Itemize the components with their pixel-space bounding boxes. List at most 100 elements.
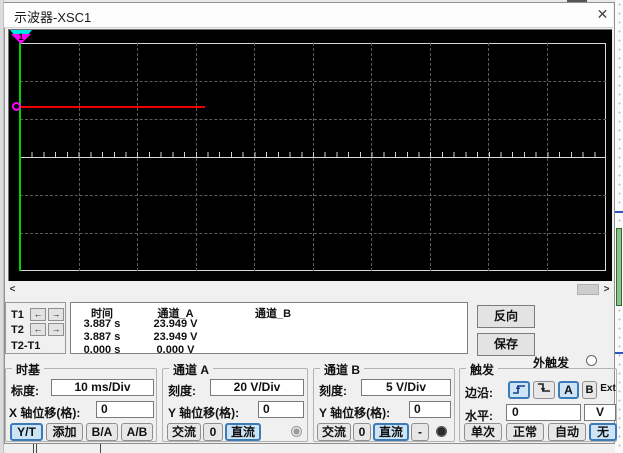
t2t1-time: 0.000 s <box>83 344 121 356</box>
channel-a-ac-button[interactable]: 交流 <box>167 423 201 441</box>
circuit-wire <box>36 444 37 453</box>
timebase-scale-label: 标度: <box>11 384 39 398</box>
background-bottom-strip <box>4 444 615 453</box>
t2-label: T2 <box>11 324 24 336</box>
yt-mode-button[interactable]: Y/T <box>10 423 43 441</box>
channel-a-title: 通道 A <box>169 361 214 378</box>
cursor-number: 1 <box>18 32 24 42</box>
trigger-group: 触发 边沿: A B Ext 水平: 0 V 单次 正常 自动 无 <box>459 361 618 442</box>
trigger-level-unit[interactable]: V <box>584 404 616 421</box>
channel-b-group: 通道 B 刻度: 5 V/Div Y 轴位移(格): 0 交流 0 直流 - <box>313 361 455 442</box>
t2-left-button[interactable]: ← <box>30 323 46 336</box>
channel-b-y-offset-input[interactable]: 0 <box>409 401 451 418</box>
channel-a-y-offset-input[interactable]: 0 <box>258 401 304 418</box>
channel-b-scale-input[interactable]: 5 V/Div <box>361 379 451 396</box>
trigger-source-a-button[interactable]: A <box>558 381 579 399</box>
table-row: 3.887 s 23.949 V <box>71 318 467 331</box>
timebase-scale-input[interactable]: 10 ms/Div <box>51 379 154 396</box>
channel-b-dc-button[interactable]: 直流 <box>373 423 409 441</box>
channel-b-radio[interactable] <box>436 426 447 437</box>
circuit-wire <box>615 352 623 354</box>
col-header-channel-a: 通道_A <box>157 308 194 320</box>
gridline <box>20 119 606 120</box>
channel-b-scale-label: 刻度: <box>319 384 347 398</box>
t2t1-channel-b <box>218 344 328 357</box>
table-row: 0.000 s 0.000 V <box>71 344 467 357</box>
channel-a-scale-input[interactable]: 20 V/Div <box>210 379 304 396</box>
channel-a-ground-button[interactable]: 0 <box>203 423 223 441</box>
channel-a-y-offset-label: Y 轴位移(格): <box>168 406 240 420</box>
save-button[interactable]: 保存 <box>477 333 535 356</box>
trigger-level-input[interactable]: 0 <box>506 404 581 421</box>
t2-channel-b <box>218 331 328 344</box>
ba-mode-button[interactable]: B/A <box>86 423 118 441</box>
table-row: 3.887 s 23.949 V <box>71 331 467 344</box>
trigger-rising-edge-button[interactable] <box>508 381 530 399</box>
gridline <box>20 81 606 82</box>
cursor-handle-icon[interactable]: 1 <box>9 30 33 45</box>
t2-right-button[interactable]: → <box>48 323 64 336</box>
circuit-wire <box>33 444 34 453</box>
trigger-level-label: 水平: <box>465 409 493 423</box>
t1-channel-a: 23.949 V <box>153 318 198 330</box>
trigger-source-ext-button[interactable]: Ext <box>598 381 618 399</box>
col-header-channel-b: 通道_B <box>254 308 292 320</box>
trigger-edge-label: 边沿: <box>465 386 493 400</box>
rising-edge-icon <box>513 385 525 394</box>
channel-a-dc-button[interactable]: 直流 <box>225 423 261 441</box>
trigger-normal-button[interactable]: 正常 <box>506 423 544 441</box>
t1-right-button[interactable]: → <box>48 308 64 321</box>
channel-a-group: 通道 A 刻度: 20 V/Div Y 轴位移(格): 0 交流 0 直流 <box>162 361 308 442</box>
t2-channel-a: 23.949 V <box>153 331 198 343</box>
close-icon[interactable]: ✕ <box>592 5 613 24</box>
window-title: 示波器-XSC1 <box>14 10 92 25</box>
scrollbar-thumb[interactable] <box>577 284 599 295</box>
falling-edge-icon <box>538 383 550 392</box>
add-mode-button[interactable]: 添加 <box>46 423 83 441</box>
gridline <box>20 195 606 196</box>
table-header-row: 时间 通道_A 通道_B <box>71 305 467 320</box>
trigger-title: 触发 <box>466 361 499 378</box>
t1-left-button[interactable]: ← <box>30 308 46 321</box>
channel-a-scale-label: 刻度: <box>168 384 196 398</box>
t1-time: 3.887 s <box>83 318 121 330</box>
title-bar[interactable] <box>4 3 613 28</box>
col-header-time: 时间 <box>91 308 113 320</box>
channel-b-ac-button[interactable]: 交流 <box>317 423 351 441</box>
scroll-right-icon[interactable]: > <box>599 283 614 296</box>
scroll-left-icon[interactable]: < <box>5 283 20 296</box>
x-offset-input[interactable]: 0 <box>96 401 154 418</box>
trigger-falling-edge-button[interactable] <box>533 381 555 399</box>
circuit-wire <box>615 211 623 213</box>
horizontal-scrollbar[interactable] <box>5 283 614 296</box>
circuit-component <box>616 228 622 306</box>
t1-channel-b <box>218 318 328 331</box>
ab-mode-button[interactable]: A/B <box>121 423 153 441</box>
trigger-source-b-button[interactable]: B <box>582 381 597 399</box>
channel-b-y-offset-label: Y 轴位移(格): <box>319 406 391 420</box>
x-offset-label: X 轴位移(格): <box>9 406 81 420</box>
cursor-intersection-marker <box>12 102 21 111</box>
time-cursor-line[interactable] <box>19 36 21 271</box>
cursor-control-box: T1 ← → T2 ← → T2-T1 <box>5 302 66 354</box>
timebase-title: 时基 <box>12 361 45 378</box>
t1-label: T1 <box>11 309 24 321</box>
circuit-wire <box>100 444 101 453</box>
channel-b-title: 通道 B <box>320 361 365 378</box>
channel-b-ground-button[interactable]: 0 <box>353 423 371 441</box>
reverse-button[interactable]: 反向 <box>477 305 535 328</box>
channel-a-radio[interactable] <box>291 426 302 437</box>
measurement-table: 时间 通道_A 通道_B 3.887 s 23.949 V 3.887 s 23… <box>70 302 468 357</box>
t2t1-label: T2-T1 <box>11 340 41 352</box>
channel-a-trace <box>21 106 205 108</box>
timebase-group: 时基 标度: 10 ms/Div X 轴位移(格): 0 Y/T 添加 B/A … <box>5 361 157 442</box>
trigger-none-button[interactable]: 无 <box>589 423 617 441</box>
trigger-single-button[interactable]: 单次 <box>464 423 502 441</box>
t2t1-channel-a: 0.000 V <box>156 344 195 356</box>
channel-b-minus-button[interactable]: - <box>411 423 429 441</box>
t2-time: 3.887 s <box>83 331 121 343</box>
trigger-auto-button[interactable]: 自动 <box>548 423 586 441</box>
x-axis-line <box>20 157 606 158</box>
ext-trigger-radio[interactable] <box>586 355 597 366</box>
gridline <box>20 233 606 234</box>
